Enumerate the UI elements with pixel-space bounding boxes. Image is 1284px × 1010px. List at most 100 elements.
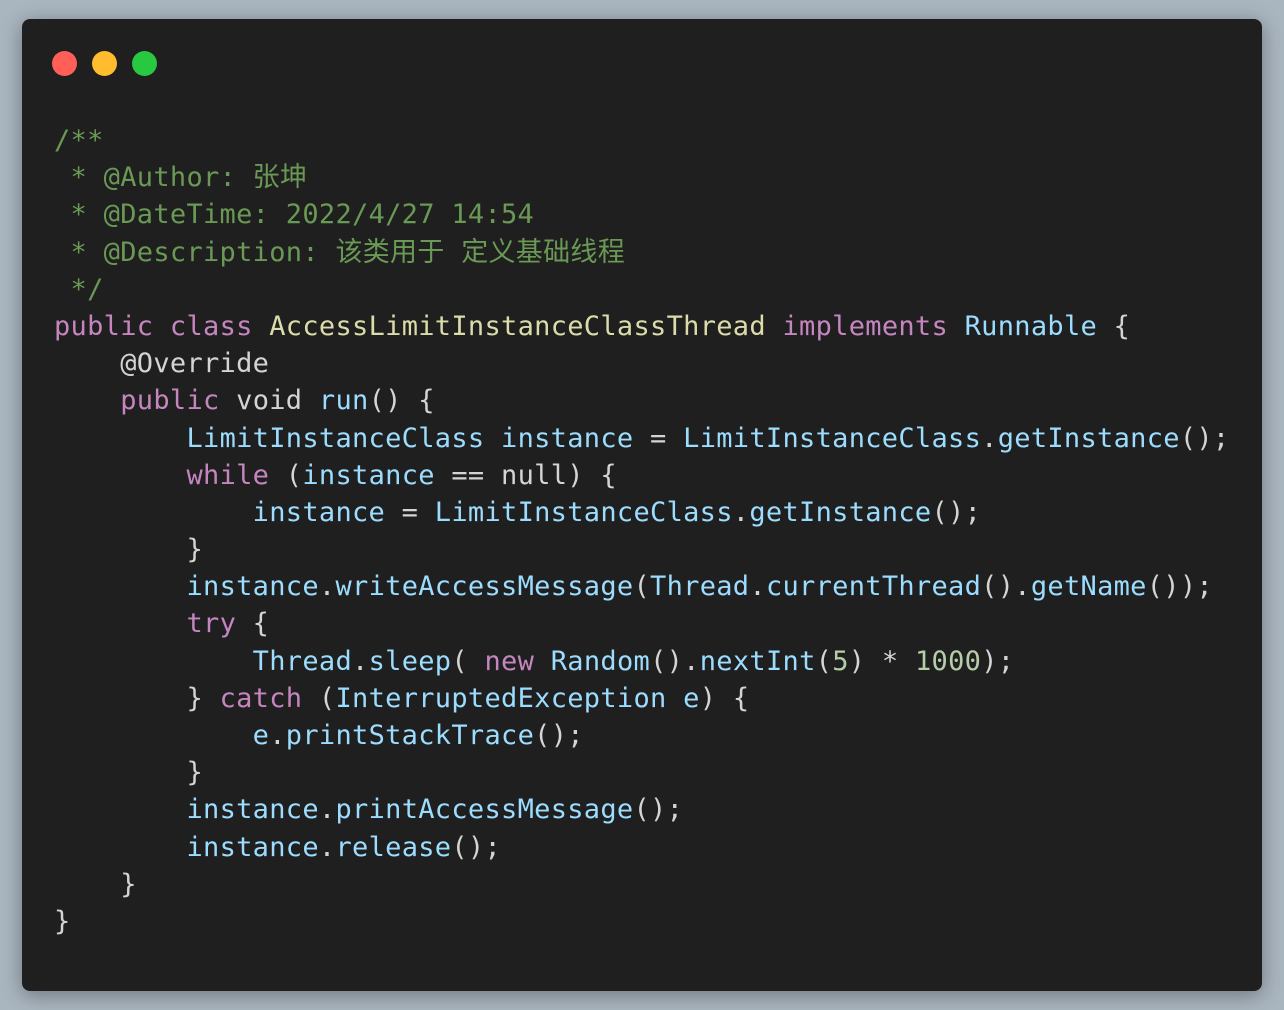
code-line: /** <box>54 122 1229 159</box>
code-token-method: getInstance <box>997 422 1180 454</box>
close-dot-icon[interactable] <box>52 51 77 76</box>
code-token-ident: e <box>252 720 270 751</box>
code-token-punct: . <box>318 831 336 863</box>
code-token-punct: . <box>981 422 998 454</box>
code-token-type2: Runnable <box>964 310 1098 342</box>
code-token-method: currentThread <box>765 571 982 603</box>
code-token-method: writeAccessMessage <box>335 571 634 603</box>
code-line: * @DateTime: 2022/4/27 14:54 <box>54 196 1229 233</box>
code-token-ident: instance <box>186 794 319 826</box>
code-token-punct: { <box>236 608 270 640</box>
maximize-dot-icon[interactable] <box>132 51 157 76</box>
code-token-ident: instance <box>186 571 319 603</box>
code-line: instance = LimitInstanceClass.getInstanc… <box>54 494 1229 531</box>
code-token-annot: @Override <box>54 348 270 380</box>
code-token-punct: ( <box>815 645 833 677</box>
code-line: LimitInstanceClass instance = LimitInsta… <box>54 420 1229 457</box>
code-token-punct: . <box>352 645 369 677</box>
code-line: instance.printAccessMessage(); <box>54 791 1229 828</box>
code-token-punct: (). <box>650 645 700 677</box>
code-line: public class AccessLimitInstanceClassThr… <box>54 308 1229 345</box>
code-token-punct: ) * <box>848 645 915 677</box>
code-line: instance.release(); <box>54 829 1229 866</box>
code-token-punct: ( <box>451 645 485 677</box>
code-token-punct: () { <box>368 385 435 417</box>
code-token-punct: . <box>269 720 286 751</box>
code-token-ident: instance <box>186 831 319 863</box>
code-token-number: 1000 <box>914 645 982 677</box>
code-token-punct: ); <box>981 645 1015 677</box>
code-token-method: getName <box>1030 571 1147 603</box>
code-line: instance.writeAccessMessage(Thread.curre… <box>54 568 1229 605</box>
code-token-punct: (); <box>534 720 584 751</box>
code-token-punct: = <box>633 422 684 454</box>
window-controls <box>52 51 157 76</box>
code-token-punct: (); <box>1179 422 1230 454</box>
code-token-number: 5 <box>832 645 849 677</box>
code-token-punct: } <box>54 757 203 789</box>
code-token-method: printStackTrace <box>285 720 535 751</box>
code-token-plain: void <box>219 385 319 417</box>
minimize-dot-icon[interactable] <box>92 51 117 76</box>
code-token-method: sleep <box>368 645 452 677</box>
code-token-punct: ()); <box>1146 571 1213 603</box>
code-token-keyword: new <box>484 645 535 677</box>
code-token-ident: Random <box>550 645 651 677</box>
code-token-keyword: while <box>186 459 270 491</box>
code-line: e.printStackTrace(); <box>54 717 1229 754</box>
code-line: while (instance == null) { <box>54 457 1229 494</box>
code-token-punct: { <box>1097 310 1131 342</box>
code-token-keyword: public <box>54 310 154 342</box>
code-line: * @Description: 该类用于 定义基础线程 <box>54 234 1229 271</box>
code-token-punct: . <box>732 496 750 528</box>
code-token-ident: LimitInstanceClass <box>434 496 733 528</box>
code-token-keyword: class <box>169 310 253 342</box>
code-token-comment: */ <box>54 273 104 305</box>
code-token-comment: * @Author: 张坤 <box>54 162 308 194</box>
code-token-punct: ( <box>269 459 303 491</box>
code-token-punct: ( <box>633 571 651 603</box>
code-token-ident: InterruptedException <box>335 682 667 714</box>
code-line: */ <box>54 271 1229 308</box>
code-token-punct: (); <box>633 794 684 826</box>
code-token-ident: Thread <box>252 645 353 677</box>
code-line: } catch (InterruptedException e) { <box>54 680 1229 717</box>
code-token-ident: Thread <box>650 571 750 603</box>
code-token-punct: } <box>54 534 203 566</box>
code-token-ident: instance <box>252 496 386 528</box>
code-line: @Override <box>54 345 1229 382</box>
code-token-punct: (). <box>981 571 1031 603</box>
code-token-punct: . <box>318 794 336 826</box>
code-token-ident: instance <box>302 459 435 491</box>
code-token-punct: ) { <box>699 682 750 714</box>
code-line: } <box>54 754 1229 791</box>
code-token-ident: LimitInstanceClass <box>683 422 982 454</box>
code-token-ident: LimitInstanceClass <box>186 422 485 454</box>
code-token-punct: . <box>749 571 766 603</box>
code-token-method: nextInt <box>699 645 816 677</box>
code-token-keyword: implements <box>782 310 949 342</box>
code-token-keyword: public <box>120 385 220 417</box>
code-token-punct: } <box>54 682 220 714</box>
code-token-punct: . <box>318 571 336 603</box>
code-token-comment: * @Description: 该类用于 定义基础线程 <box>54 236 625 268</box>
code-token-punct: } <box>54 868 137 900</box>
code-token-punct: (); <box>931 496 982 528</box>
code-line: try { <box>54 605 1229 642</box>
code-line: } <box>54 866 1229 903</box>
code-window: /** * @Author: 张坤 * @DateTime: 2022/4/27… <box>22 19 1262 991</box>
code-token-ident: instance <box>501 422 634 454</box>
